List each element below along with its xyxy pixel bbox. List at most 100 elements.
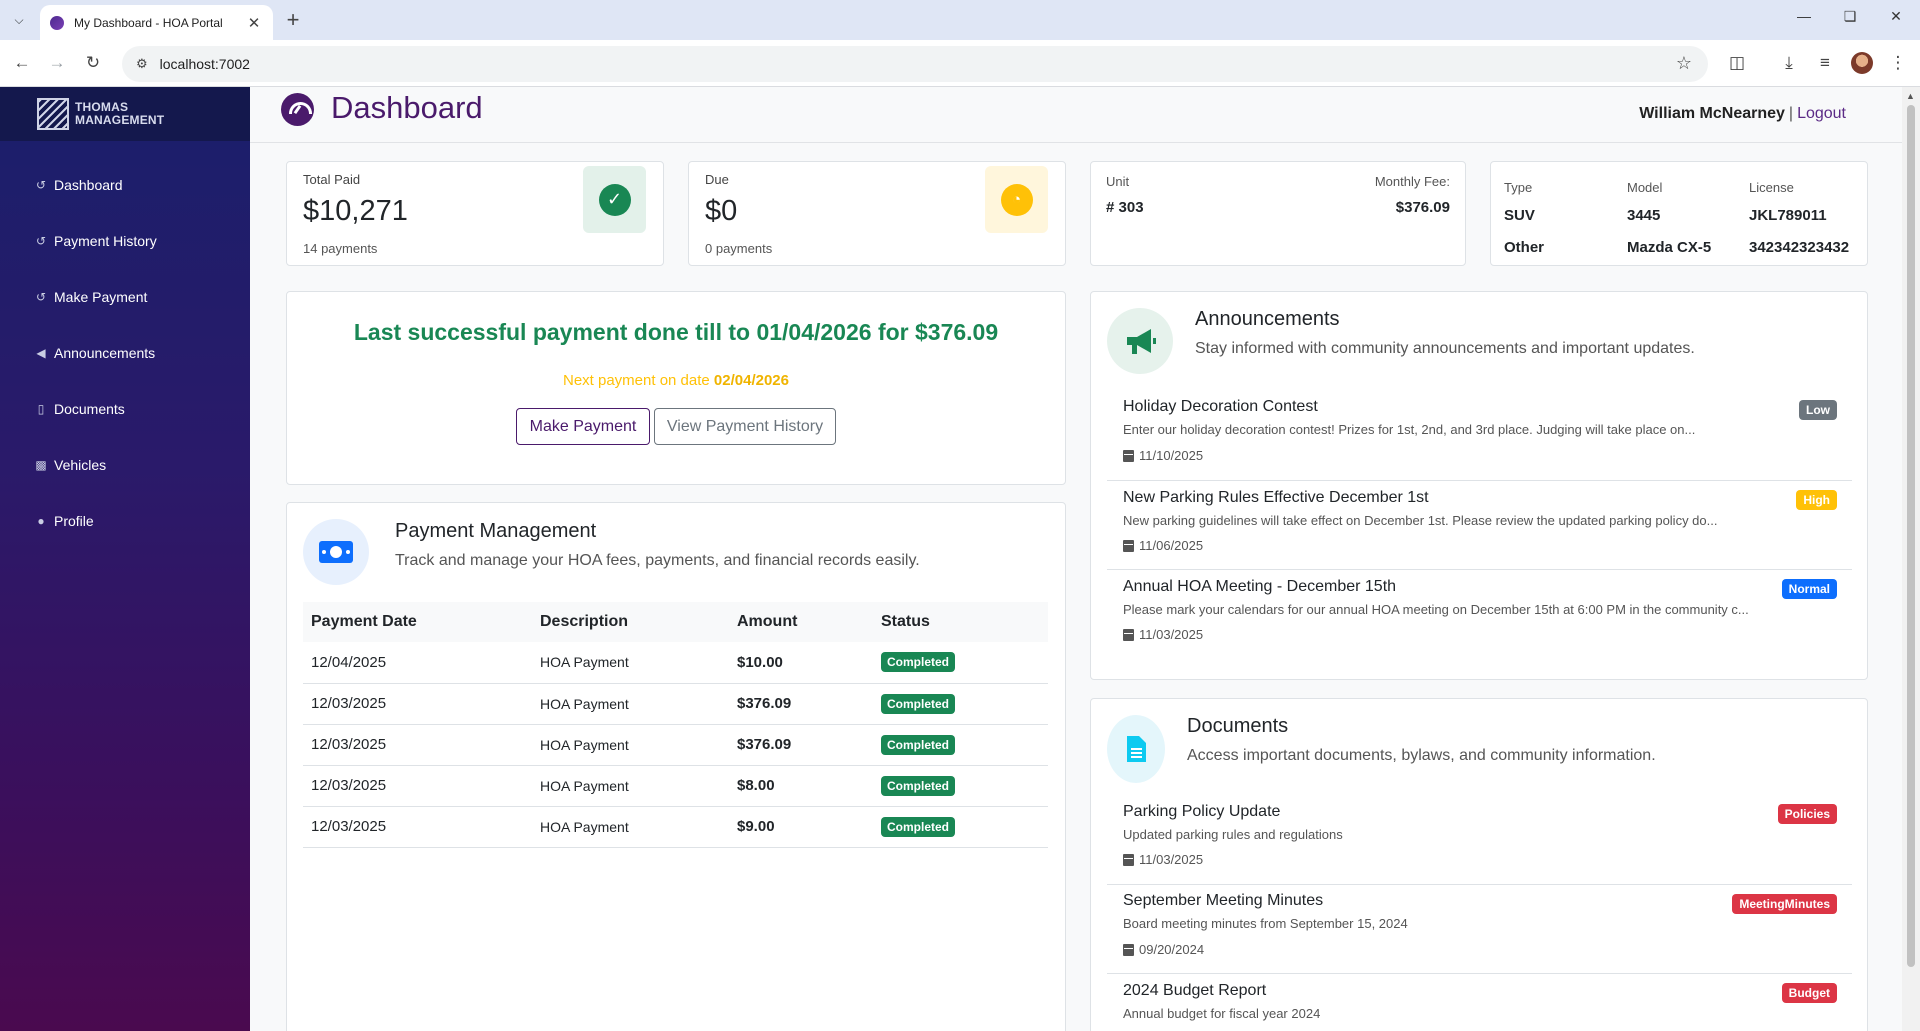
column-header: Status [873, 602, 1048, 642]
table-row: 12/03/2025 HOA Payment $8.00 Completed [303, 765, 1048, 807]
payment-description: HOA Payment [532, 806, 729, 848]
document-title: Parking Policy Update [1123, 803, 1281, 820]
announcements-card: Announcements Stay informed with communi… [1090, 291, 1868, 680]
sidebar-item-make-payment[interactable]: ↺ Make Payment [0, 269, 250, 325]
vehicle-header-license: License [1749, 180, 1794, 195]
sidebar-item-label: Make Payment [54, 289, 148, 305]
sidebar-item-announcements[interactable]: ◀ Announcements [0, 325, 250, 381]
clock-icon: ◔ [985, 166, 1048, 233]
file-document-icon [1107, 715, 1165, 783]
document-item[interactable]: 2024 Budget Report Annual budget for fis… [1107, 974, 1852, 1031]
vehicles-card: Type Model License SUV 3445 JKL789011 Ot… [1490, 161, 1868, 266]
document-title: 2024 Budget Report [1123, 982, 1267, 999]
browser-tab[interactable]: My Dashboard - HOA Portal ✕ [40, 5, 273, 40]
sidebar-item-payment-history[interactable]: ↺ Payment History [0, 213, 250, 269]
payment-date: 12/03/2025 [303, 724, 532, 766]
history-icon: ↺ [35, 290, 47, 304]
vehicle-header-type: Type [1504, 180, 1533, 195]
status-badge: Completed [881, 693, 956, 714]
brand-logo[interactable]: THOMAS MANAGEMENT [0, 87, 250, 141]
vehicle-license: 342342323432 [1749, 239, 1850, 256]
announcement-desc: Please mark your calendars for our annua… [1123, 602, 1749, 617]
vehicle-license: JKL789011 [1749, 207, 1827, 224]
page-header: Dashboard William McNearney | Logout [250, 87, 1902, 143]
priority-badge: High [1796, 490, 1837, 510]
browser-profile-avatar[interactable] [1851, 52, 1873, 74]
payment-amount: $9.00 [729, 806, 873, 848]
payment-amount: $376.09 [729, 724, 873, 766]
table-row: 12/04/2025 HOA Payment $10.00 Completed [303, 642, 1048, 684]
category-badge: Budget [1781, 983, 1837, 1003]
announcement-item[interactable]: Holiday Decoration Contest Enter our hol… [1107, 391, 1852, 481]
total-paid-value: $10,271 [303, 195, 408, 227]
announcement-desc: Enter our holiday decoration contest! Pr… [1123, 422, 1696, 437]
announcement-desc: New parking guidelines will take effect … [1123, 513, 1718, 528]
tab-list-chevron-icon[interactable]: ⌵ [7, 8, 31, 32]
payment-management-card: Payment Management Track and manage your… [286, 502, 1066, 1031]
megaphone-icon [1107, 308, 1173, 374]
browser-menu-icon[interactable]: ⋮ [1886, 52, 1910, 74]
sidebar-item-dashboard[interactable]: ↺ Dashboard [0, 157, 250, 213]
header-separator: | [1788, 105, 1794, 122]
document-item[interactable]: Parking Policy Update Updated parking ru… [1107, 795, 1852, 885]
category-badge: Policies [1777, 804, 1837, 824]
payment-date: 12/04/2025 [303, 642, 532, 684]
money-bill-icon [303, 519, 369, 585]
vehicle-header-model: Model [1627, 180, 1663, 195]
status-badge: Completed [881, 775, 956, 796]
vehicle-model: Mazda CX-5 [1627, 239, 1712, 256]
back-arrow-icon[interactable]: ← [10, 52, 34, 74]
minimize-icon[interactable]: — [1792, 8, 1816, 24]
payment-amount: $376.09 [729, 683, 873, 725]
restore-icon[interactable]: ❏ [1838, 8, 1862, 25]
bookmark-star-icon[interactable]: ☆ [1676, 53, 1692, 74]
calendar-icon [1123, 539, 1134, 552]
forward-arrow-icon[interactable]: → [45, 52, 69, 74]
new-tab-plus-icon[interactable]: + [280, 7, 306, 33]
total-paid-count: 14 payments [303, 241, 378, 256]
documents-title: Documents [1187, 715, 1289, 737]
status-badge: Completed [881, 734, 956, 755]
payment-date: 12/03/2025 [303, 806, 532, 848]
announcement-item[interactable]: New Parking Rules Effective December 1st… [1107, 481, 1852, 570]
due-count: 0 payments [705, 241, 773, 256]
page-scrollbar[interactable]: ▲ [1902, 87, 1920, 1031]
sidebar-item-documents[interactable]: ▯ Documents [0, 381, 250, 437]
make-payment-button[interactable]: Make Payment [516, 408, 650, 445]
sidebar-item-label: Dashboard [54, 177, 123, 193]
next-payment-label: Next payment on date [562, 372, 710, 389]
scroll-up-arrow-icon[interactable]: ▲ [1906, 91, 1915, 101]
media-queue-icon[interactable]: ≡ [1813, 52, 1837, 74]
vehicle-type: Other [1504, 239, 1545, 256]
status-badge: Completed [881, 652, 956, 673]
download-icon[interactable]: ⤓ [1777, 52, 1801, 74]
extensions-icon[interactable]: ◫ [1725, 52, 1749, 74]
column-header: Description [532, 602, 729, 642]
address-bar[interactable]: ⚙ localhost:7002 ☆ [122, 46, 1708, 82]
announcement-item[interactable]: Annual HOA Meeting - December 15th Pleas… [1107, 570, 1852, 656]
payment-description: HOA Payment [532, 765, 729, 807]
tab-close-icon[interactable]: ✕ [245, 14, 263, 32]
brand-line-2: MANAGEMENT [75, 113, 165, 127]
document-item[interactable]: September Meeting Minutes Board meeting … [1107, 885, 1852, 974]
sidebar-item-label: Payment History [54, 233, 157, 249]
document-date: 09/20/2024 [1139, 942, 1205, 957]
tab-title: My Dashboard - HOA Portal [74, 15, 223, 30]
scrollbar-thumb[interactable] [1907, 105, 1915, 967]
documents-card: Documents Access important documents, by… [1090, 698, 1868, 1031]
payment-description: HOA Payment [532, 642, 729, 684]
window-close-icon[interactable]: ✕ [1884, 8, 1908, 25]
payment-amount: $10.00 [729, 642, 873, 684]
calendar-icon [1123, 449, 1134, 462]
site-info-icon[interactable]: ⚙ [136, 56, 148, 72]
announcement-date: 11/06/2025 [1139, 538, 1204, 553]
next-payment-date: 02/04/2026 [713, 372, 789, 389]
column-header: Amount [729, 602, 873, 642]
logout-link[interactable]: Logout [1797, 105, 1846, 122]
payments-table: Payment Date Description Amount Status 1… [303, 602, 1048, 848]
view-payment-history-button[interactable]: View Payment History [654, 408, 836, 445]
sidebar-item-profile[interactable]: ● Profile [0, 493, 250, 549]
sidebar-item-vehicles[interactable]: ▩ Vehicles [0, 437, 250, 493]
megaphone-icon: ◀ [36, 346, 46, 360]
reload-icon[interactable]: ↻ [81, 52, 105, 74]
